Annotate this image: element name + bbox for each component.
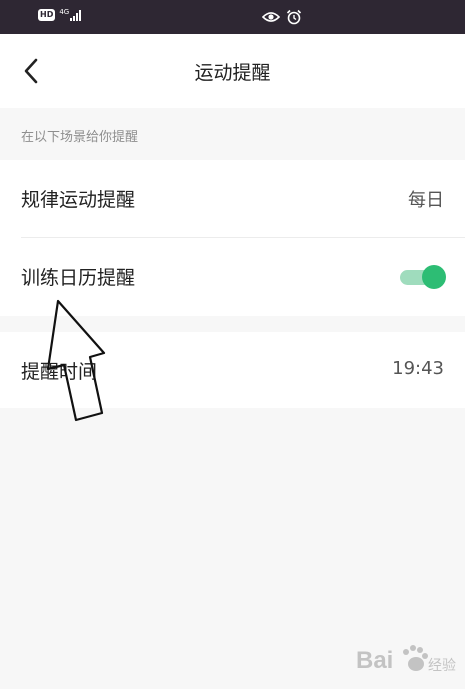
annotation-arrow-icon — [46, 299, 106, 422]
status-bar: HD 4G — [0, 0, 465, 34]
nav-bar: 运动提醒 — [0, 34, 465, 108]
signal-bars-icon — [70, 9, 82, 21]
toggle-knob — [422, 265, 446, 289]
svg-text:Bai: Bai — [356, 647, 393, 674]
setting-label: 训练日历提醒 — [21, 267, 136, 289]
network-label: 4G — [59, 7, 70, 16]
hd-badge: HD — [38, 9, 56, 21]
settings-card: 规律运动提醒 每日 训练日历提醒 — [0, 160, 465, 316]
status-left: HD 4G — [38, 7, 82, 21]
section-header: 在以下场景给你提醒 — [21, 130, 139, 145]
setting-row-regular-exercise[interactable]: 规律运动提醒 每日 — [0, 160, 465, 236]
setting-value: 每日 — [408, 190, 444, 211]
alarm-icon — [286, 9, 302, 25]
setting-value: 19:43 — [392, 358, 444, 379]
watermark: Bai 经验 — [356, 638, 456, 684]
training-calendar-toggle[interactable] — [400, 265, 446, 289]
setting-label: 规律运动提醒 — [21, 189, 136, 211]
eye-icon — [262, 11, 280, 23]
status-right — [262, 9, 302, 25]
svg-text:经验: 经验 — [428, 658, 456, 674]
page-title: 运动提醒 — [194, 62, 271, 84]
baidu-paw-logo: Bai 经验 — [356, 645, 456, 674]
